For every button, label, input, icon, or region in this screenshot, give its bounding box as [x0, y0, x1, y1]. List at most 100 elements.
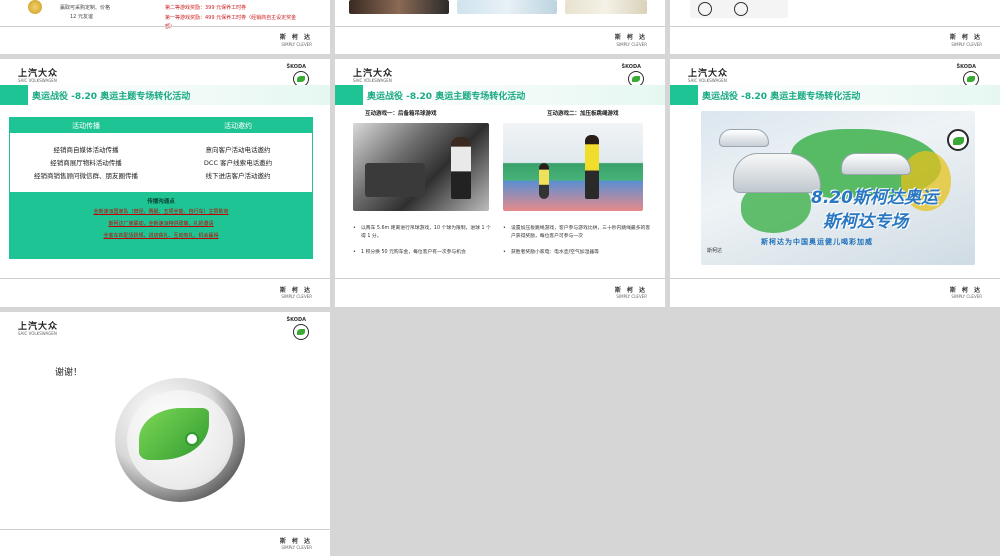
slide-title: 奥运战役 -8.20 奥运主题专场转化活动: [32, 92, 191, 102]
slide-6-poster[interactable]: 上汽大众 SAIC VOLKSWAGEN ŠKODA 奥运战役 -8.20 奥运…: [670, 59, 1000, 307]
trunk-floor: [365, 163, 425, 197]
footer-slogan: SIMPLY CLEVER: [616, 294, 647, 299]
footer-slogan: SIMPLY CLEVER: [281, 42, 312, 47]
slide-title: 奥运战役 -8.20 奥运主题专场转化活动: [702, 92, 861, 102]
footer-brand: 斯 柯 达: [614, 287, 647, 294]
footer-divider: [0, 26, 330, 27]
slide-thumb-1[interactable]: 赢取可采购定制、价格 12 元友谊 第二等游戏奖励：399 元保养工时券 第一等…: [0, 0, 330, 54]
child-figure: [539, 163, 549, 199]
game1-title: 互动游戏一：后备箱吊球游戏: [365, 111, 437, 117]
prize-line-1: 第二等游戏奖励：399 元保养工时券: [165, 5, 247, 11]
bullet-item: • 获胜者奖励小家电：电水壶/空气加湿器等: [503, 249, 651, 257]
poster-headline-1: 8.20斯柯达奥运: [811, 188, 938, 208]
footer-divider: [335, 278, 665, 279]
jumper-figure: [585, 135, 599, 199]
thanks-text: 谢谢！: [55, 368, 83, 378]
bullet-dot-icon: •: [353, 226, 356, 231]
skoda-poster-logo-icon: [947, 129, 969, 151]
footer-brand: 斯 柯 达: [949, 34, 982, 41]
col1-header: 活动传播: [72, 122, 100, 130]
slide-title: 奥运战役 -8.20 奥运主题专场转化活动: [367, 92, 526, 102]
photo-people: [349, 0, 449, 14]
point-item: 斯柯达厂家联动，全新速派特供政策，礼的邀请: [108, 221, 214, 227]
slide-4-communication[interactable]: 上汽大众 SAIC VOLKSWAGEN ŠKODA 奥运战役 -8.20 奥运…: [0, 59, 330, 307]
caption-line-2: 12 元友谊: [70, 14, 93, 20]
points-panel: 传播沟通点 全新速派国家队（田径、赛艇、五项全能、自行车）主赞助商 斯柯达厂家联…: [10, 192, 312, 259]
logo-eye-shape: [185, 432, 199, 446]
bullet-item: • 以两车 5.6m 距离进行吊球游戏，10 个球为限制，进球 1 个得 1 分…: [353, 225, 495, 241]
bullet-text: 以两车 5.6m 距离进行吊球游戏，10 个球为限制，进球 1 个得 1 分。: [361, 226, 491, 239]
skoda-large-logo-icon: [115, 378, 245, 502]
poster-strap: 斯柯达为中国奥运健儿喝彩加威: [761, 238, 873, 246]
bullet-item: • 设置加压板跳绳游戏，客户参与游戏比拼，三十秒内跳绳最多的客户获得奖励，每位客…: [503, 225, 651, 241]
title-accent-block: [670, 85, 698, 105]
footer-slogan: SIMPLY CLEVER: [616, 42, 647, 47]
prize-line-2: 第一等游戏奖励：499 元保养工时券（经销商自主设定奖金: [165, 15, 297, 21]
footer-slogan: SIMPLY CLEVER: [281, 545, 312, 550]
brand-logo-subtext: SAIC VOLKSWAGEN: [18, 331, 57, 336]
skoda-wordmark: ŠKODA: [286, 317, 306, 323]
footer-brand: 斯 柯 达: [279, 287, 312, 294]
table-header: 活动传播 活动邀约: [10, 118, 312, 133]
poster-headline-2: 斯柯达专场: [823, 212, 908, 232]
list-item: 经销商自媒体活动传播: [53, 146, 119, 154]
skoda-wordmark: ŠKODA: [956, 64, 976, 70]
player-figure: [451, 137, 471, 199]
slide-7-thanks[interactable]: 上汽大众 SAIC VOLKSWAGEN ŠKODA 谢谢！ 斯 柯 达 SIM…: [0, 312, 330, 556]
slide-thumb-2[interactable]: 斯 柯 达 SIMPLY CLEVER: [335, 0, 665, 54]
footer-divider: [0, 278, 330, 279]
bullet-text: 设置加压板跳绳游戏，客户参与游戏比拼，三十秒内跳绳最多的客户获得奖励，每位客户可…: [511, 226, 651, 239]
bullet-text: 1 积分换 50 元购车金，每位客户有一次参与机会: [361, 250, 466, 255]
photo-bicycle: [690, 0, 788, 18]
list-item: 意向客户活动电话邀约: [205, 146, 271, 154]
title-accent-block: [335, 85, 363, 105]
photo-shoes: [565, 0, 647, 14]
skoda-wordmark: ŠKODA: [621, 64, 641, 70]
game2-title: 互动游戏二：加压板跳绳游戏: [547, 111, 619, 117]
point-item: 全客车匹配活跃规，进店获礼、互动有礼、机会赢得: [103, 233, 219, 239]
footer-divider: [670, 278, 1000, 279]
slide-title-bar: 奥运战役 -8.20 奥运主题专场转化活动: [670, 85, 1000, 105]
list-item: DCC 客户线索电话邀约: [203, 159, 273, 167]
slide-5-games[interactable]: 上汽大众 SAIC VOLKSWAGEN ŠKODA 奥运战役 -8.20 奥运…: [335, 59, 665, 307]
wheel-icon: [698, 2, 712, 16]
slide-title-bar: 奥运战役 -8.20 奥运主题专场转化活动: [0, 85, 330, 105]
bullet-dot-icon: •: [503, 226, 506, 231]
caption-line-1: 赢取可采购定制、价格: [60, 5, 111, 11]
medal-icon: [28, 0, 42, 14]
bullet-text: 获胜者奖励小家电：电水壶/空气加湿器等: [511, 250, 599, 255]
brand-logo-subtext: SAIC VOLKSWAGEN: [688, 78, 727, 83]
point-item: 全新速派国家队（田径、赛艇、五项全能、自行车）主赞助商: [93, 209, 229, 215]
col2-list: 意向客户活动电话邀约 DCC 客户线索电话邀约 线下进店客户活动邀约: [162, 144, 314, 183]
footer-brand: 斯 柯 达: [279, 538, 312, 545]
photo-jumprope-game: [503, 123, 643, 211]
activity-table: 活动传播 活动邀约 经销商自媒体活动传播 经销商展厅物料活动传播 经销商销售顾问…: [9, 117, 313, 259]
slide-title-bar: 奥运战役 -8.20 奥运主题专场转化活动: [335, 85, 665, 105]
footer-brand: 斯 柯 达: [614, 34, 647, 41]
footer-divider: [335, 26, 665, 27]
wheel-icon: [734, 2, 748, 16]
points-title: 传播沟通点: [147, 199, 175, 205]
title-accent-block: [0, 85, 28, 105]
photo-banner: [457, 0, 557, 14]
skoda-arrow-shape: [953, 137, 964, 145]
footer-divider: [0, 529, 330, 530]
event-poster: 8.20斯柯达奥运 斯柯达专场 斯柯达为中国奥运健儿喝彩加威 斯柯达: [701, 111, 975, 265]
game2-bullets: • 设置加压板跳绳游戏，客户参与游戏比拼，三十秒内跳绳最多的客户获得奖励，每位客…: [503, 225, 651, 257]
footer-slogan: SIMPLY CLEVER: [951, 294, 982, 299]
game1-bullets: • 以两车 5.6m 距离进行吊球游戏，10 个球为限制，进球 1 个得 1 分…: [353, 225, 495, 257]
skoda-logo-icon: [293, 324, 309, 340]
col1-list: 经销商自媒体活动传播 经销商展厅物料活动传播 经销商销售顾问微信群、朋友圈传播: [10, 144, 162, 183]
bullet-dot-icon: •: [353, 250, 356, 255]
bullet-item: • 1 积分换 50 元购车金，每位客户有一次参与机会: [353, 249, 495, 257]
car-silhouette: [841, 153, 911, 175]
footer-slogan: SIMPLY CLEVER: [951, 42, 982, 47]
bullet-dot-icon: •: [503, 250, 506, 255]
list-item: 经销商展厅物料活动传播: [50, 159, 122, 167]
list-item: 经销商销售顾问微信群、朋友圈传播: [34, 172, 138, 180]
footer-slogan: SIMPLY CLEVER: [281, 294, 312, 299]
car-silhouette: [719, 129, 769, 147]
poster-brand: 斯柯达: [707, 248, 723, 254]
brand-logo-subtext: SAIC VOLKSWAGEN: [18, 78, 57, 83]
slide-thumb-3[interactable]: 斯 柯 达 SIMPLY CLEVER: [670, 0, 1000, 54]
